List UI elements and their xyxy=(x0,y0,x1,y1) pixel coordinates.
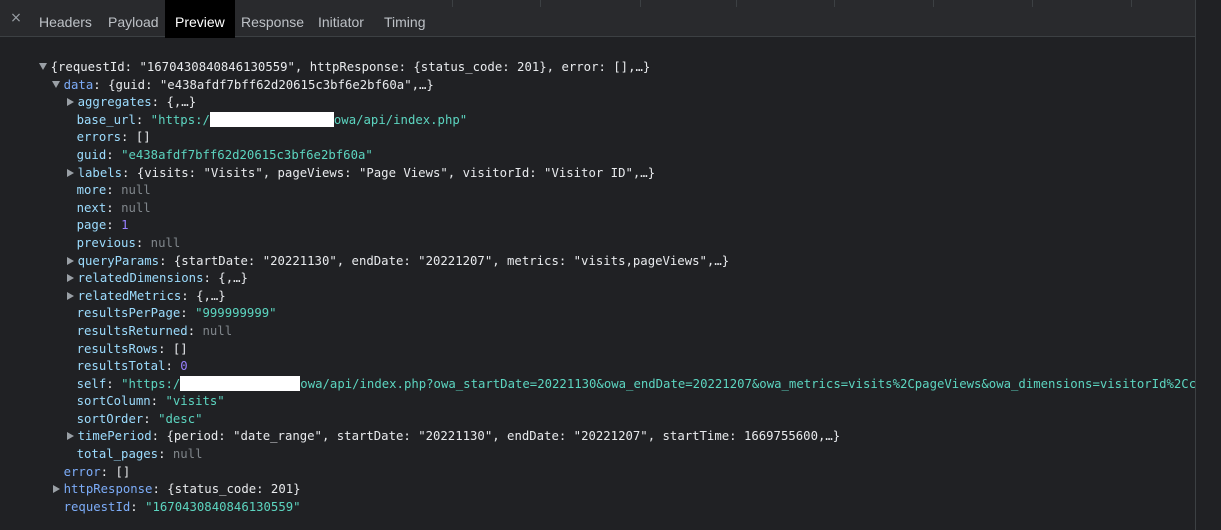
tree-node-labels[interactable]: labels: {visits: "Visits", pageViews: "P… xyxy=(36,148,655,180)
tree-node-related-dimensions[interactable]: relatedDimensions: {,…} xyxy=(36,253,248,285)
property-value: "1670430840846130559" xyxy=(145,500,301,514)
property-summary: {startDate: "20221130", endDate: "202212… xyxy=(173,254,730,268)
tree-node-error[interactable]: error: [] xyxy=(34,447,131,479)
tab-timing[interactable]: Timing xyxy=(375,0,435,37)
tree-node-next[interactable]: next: null xyxy=(47,183,151,215)
tree-node-errors[interactable]: errors: [] xyxy=(47,112,151,144)
tree-node-results-rows[interactable]: resultsRows: [] xyxy=(47,324,188,356)
tree-node-results-returned[interactable]: resultsReturned: null xyxy=(47,306,233,338)
devtools-tab-bar: × Headers Payload Preview Response Initi… xyxy=(0,0,1195,38)
preview-tree: {requestId: "1670430840846130559", httpR… xyxy=(0,38,1195,530)
tree-node-sort-order[interactable]: sortOrder: "desc" xyxy=(47,394,203,426)
tree-node-query-params[interactable]: queryParams: {startDate: "20221130", end… xyxy=(36,236,729,268)
tab-headers[interactable]: Headers xyxy=(30,0,101,37)
tree-node-previous[interactable]: previous: null xyxy=(47,218,181,250)
tab-payload[interactable]: Payload xyxy=(99,0,168,37)
tab-response[interactable]: Response xyxy=(232,0,313,37)
property-value: owa/api/index.php?owa_startDate=20221130… xyxy=(300,377,1195,391)
tree-node-total-pages[interactable]: total_pages: null xyxy=(47,429,203,461)
column-divider xyxy=(933,0,934,7)
tree-node-http-response[interactable]: httpResponse: {status_code: 201} xyxy=(22,464,301,496)
tree-node-data[interactable]: data: {guid: "e438afdf7bff62d20615c3bf6e… xyxy=(22,60,434,92)
property-value: null xyxy=(172,447,203,461)
tree-node-aggregates[interactable]: aggregates: {,…} xyxy=(36,77,196,109)
tree-node-request-id[interactable]: requestId: "1670430840846130559" xyxy=(34,482,301,514)
tree-node-time-period[interactable]: timePeriod: {period: "date_range", start… xyxy=(36,411,840,443)
property-value: null xyxy=(202,324,233,338)
tree-node-results-total[interactable]: resultsTotal: 0 xyxy=(47,341,188,373)
column-divider xyxy=(452,0,453,7)
column-divider xyxy=(1032,0,1033,7)
property-summary: {period: "date_range", startDate: "20221… xyxy=(166,429,841,443)
tree-node-base-url[interactable]: base_url: "https:/owa/api/index.php" xyxy=(47,95,467,127)
property-value: "https:/ xyxy=(150,113,210,127)
property-summary: {visits: "Visits", pageViews: "Page View… xyxy=(136,166,656,180)
property-value: owa/api/index.php" xyxy=(333,113,468,127)
tree-node-page[interactable]: page: 1 xyxy=(47,200,129,232)
column-divider xyxy=(540,0,541,7)
column-divider xyxy=(736,0,737,7)
close-icon[interactable]: × xyxy=(7,9,25,27)
column-divider xyxy=(640,0,641,7)
tab-preview[interactable]: Preview xyxy=(165,0,235,38)
tree-node-self[interactable]: self: "https:/owa/api/index.php?owa_star… xyxy=(47,359,1195,391)
tree-node-more[interactable]: more: null xyxy=(47,165,151,197)
column-divider xyxy=(1131,0,1132,7)
tree-node-guid[interactable]: guid: "e438afdf7bff62d20615c3bf6e2bf60a" xyxy=(47,130,373,162)
property-key: requestId xyxy=(63,500,131,514)
redaction-box xyxy=(209,112,334,127)
tree-node-results-per-page[interactable]: resultsPerPage: "999999999" xyxy=(47,288,277,320)
column-divider xyxy=(834,0,835,7)
tree-node-sort-column[interactable]: sortColumn: "visits" xyxy=(47,376,225,408)
tree-node-related-metrics[interactable]: relatedMetrics: {,…} xyxy=(36,271,226,303)
vertical-scrollbar[interactable] xyxy=(1195,0,1221,530)
tree-root[interactable]: {requestId: "1670430840846130559", httpR… xyxy=(9,42,650,74)
tab-initiator[interactable]: Initiator xyxy=(309,0,373,37)
